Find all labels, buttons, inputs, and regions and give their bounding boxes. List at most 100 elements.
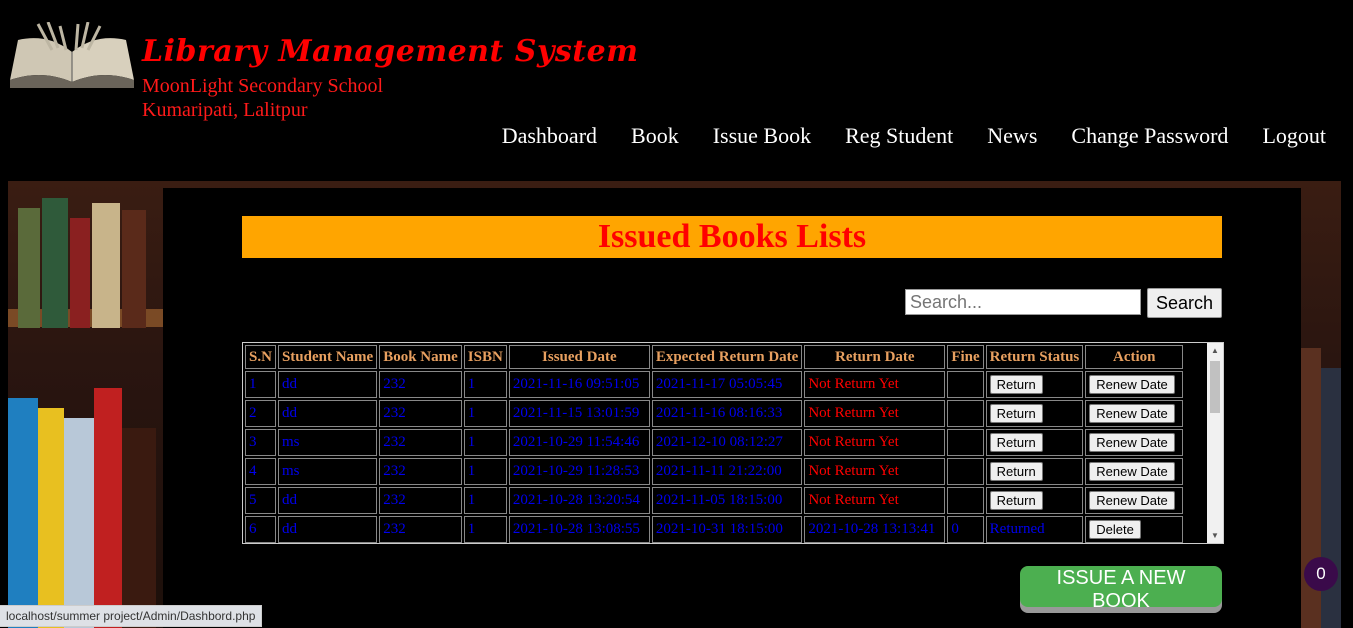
table-row: 3 ms 232 1 2021-10-29 11:54:46 2021-12-1… — [245, 429, 1184, 456]
delete-button[interactable]: Delete — [1089, 520, 1141, 539]
cell-expected: 2021-12-10 08:12:27 — [651, 429, 803, 456]
cell-return-date: Not Return Yet — [804, 487, 946, 514]
cell-sn: 2 — [245, 400, 276, 427]
table-row: 2 dd 232 1 2021-11-15 13:01:59 2021-11-1… — [245, 400, 1184, 427]
cell-action: Renew Date — [1085, 487, 1184, 514]
cell-action: Renew Date — [1085, 429, 1184, 456]
cell-issued: 2021-10-29 11:28:53 — [508, 458, 650, 485]
nav-issue-book[interactable]: Issue Book — [713, 123, 811, 149]
renew-date-button[interactable]: Renew Date — [1089, 491, 1175, 510]
cell-status: Return — [985, 429, 1084, 456]
renew-date-button[interactable]: Renew Date — [1089, 462, 1175, 481]
return-button[interactable]: Return — [989, 433, 1043, 452]
cell-return-date: Not Return Yet — [804, 371, 946, 398]
cell-sn: 1 — [245, 371, 276, 398]
notification-badge[interactable]: 0 — [1304, 557, 1338, 591]
cell-isbn: 1 — [463, 458, 507, 485]
col-student-name: Student Name — [277, 345, 378, 369]
cell-book: 232 — [379, 458, 462, 485]
cell-fine: 0 — [947, 516, 984, 543]
cell-fine — [947, 371, 984, 398]
table-row: 4 ms 232 1 2021-10-29 11:28:53 2021-11-1… — [245, 458, 1184, 485]
browser-status-url: localhost/summer project/Admin/Dashbord.… — [0, 605, 263, 627]
return-button[interactable]: Return — [989, 404, 1043, 423]
table-row: 6 dd 232 1 2021-10-28 13:08:55 2021-10-3… — [245, 516, 1184, 543]
col-action: Action — [1085, 345, 1184, 369]
cell-sn: 3 — [245, 429, 276, 456]
cell-expected: 2021-11-11 21:22:00 — [651, 458, 803, 485]
renew-date-button[interactable]: Renew Date — [1089, 433, 1175, 452]
cell-student: dd — [277, 400, 378, 427]
cell-return-date: Not Return Yet — [804, 458, 946, 485]
cell-status: Return — [985, 487, 1084, 514]
cell-book: 232 — [379, 371, 462, 398]
nav-dashboard[interactable]: Dashboard — [502, 123, 597, 149]
cell-status: Return — [985, 458, 1084, 485]
return-button[interactable]: Return — [989, 462, 1043, 481]
cell-fine — [947, 400, 984, 427]
nav-news[interactable]: News — [987, 123, 1037, 149]
cell-isbn: 1 — [463, 516, 507, 543]
cell-expected: 2021-10-31 18:15:00 — [651, 516, 803, 543]
issued-books-table: S.N Student Name Book Name ISBN Issued D… — [243, 343, 1185, 543]
site-title: Library Management System — [142, 34, 639, 69]
cell-fine — [947, 458, 984, 485]
cell-isbn: 1 — [463, 429, 507, 456]
cell-sn: 6 — [245, 516, 276, 543]
col-sn: S.N — [245, 345, 276, 369]
cell-status: Returned — [985, 516, 1084, 543]
cell-expected: 2021-11-05 18:15:00 — [651, 487, 803, 514]
col-fine: Fine — [947, 345, 984, 369]
main-nav: Dashboard Book Issue Book Reg Student Ne… — [468, 123, 1326, 149]
nav-book[interactable]: Book — [631, 123, 679, 149]
cell-status: Return — [985, 400, 1084, 427]
nav-reg-student[interactable]: Reg Student — [845, 123, 953, 149]
cell-book: 232 — [379, 429, 462, 456]
col-book-name: Book Name — [379, 345, 462, 369]
table-scrollbar[interactable]: ▲ ▼ — [1207, 343, 1223, 543]
cell-student: dd — [277, 487, 378, 514]
school-name: MoonLight Secondary School — [142, 75, 384, 97]
table-row: 1 dd 232 1 2021-11-16 09:51:05 2021-11-1… — [245, 371, 1184, 398]
open-book-logo-icon — [10, 22, 134, 88]
cell-fine — [947, 487, 984, 514]
col-expected-return-date: Expected Return Date — [651, 345, 803, 369]
bookshelf-left-image — [8, 181, 163, 628]
cell-book: 232 — [379, 400, 462, 427]
cell-student: ms — [277, 429, 378, 456]
scroll-down-arrow-icon[interactable]: ▼ — [1211, 531, 1219, 540]
cell-student: dd — [277, 516, 378, 543]
search-input[interactable] — [905, 289, 1141, 315]
nav-logout[interactable]: Logout — [1262, 123, 1326, 149]
cell-student: ms — [277, 458, 378, 485]
cell-sn: 4 — [245, 458, 276, 485]
scroll-thumb[interactable] — [1210, 361, 1220, 413]
cell-issued: 2021-11-16 09:51:05 — [508, 371, 650, 398]
cell-return-date: 2021-10-28 13:13:41 — [804, 516, 946, 543]
scroll-up-arrow-icon[interactable]: ▲ — [1211, 346, 1219, 355]
cell-issued: 2021-11-15 13:01:59 — [508, 400, 650, 427]
cell-fine — [947, 429, 984, 456]
cell-book: 232 — [379, 516, 462, 543]
cell-action: Delete — [1085, 516, 1184, 543]
nav-change-password[interactable]: Change Password — [1071, 123, 1228, 149]
cell-issued: 2021-10-28 13:08:55 — [508, 516, 650, 543]
col-issued-date: Issued Date — [508, 345, 650, 369]
cell-expected: 2021-11-17 05:05:45 — [651, 371, 803, 398]
cell-return-date: Not Return Yet — [804, 429, 946, 456]
renew-date-button[interactable]: Renew Date — [1089, 375, 1175, 394]
search-button[interactable]: Search — [1147, 288, 1222, 318]
renew-date-button[interactable]: Renew Date — [1089, 404, 1175, 423]
page-heading: Issued Books Lists — [242, 216, 1222, 258]
cell-sn: 5 — [245, 487, 276, 514]
issued-books-table-container[interactable]: S.N Student Name Book Name ISBN Issued D… — [242, 342, 1224, 544]
issue-new-book-button[interactable]: ISSUE A NEW BOOK — [1020, 566, 1222, 612]
cell-status: Return — [985, 371, 1084, 398]
cell-action: Renew Date — [1085, 458, 1184, 485]
return-button[interactable]: Return — [989, 491, 1043, 510]
return-button[interactable]: Return — [989, 375, 1043, 394]
cell-student: dd — [277, 371, 378, 398]
col-return-status: Return Status — [985, 345, 1084, 369]
cell-action: Renew Date — [1085, 371, 1184, 398]
col-return-date: Return Date — [804, 345, 946, 369]
